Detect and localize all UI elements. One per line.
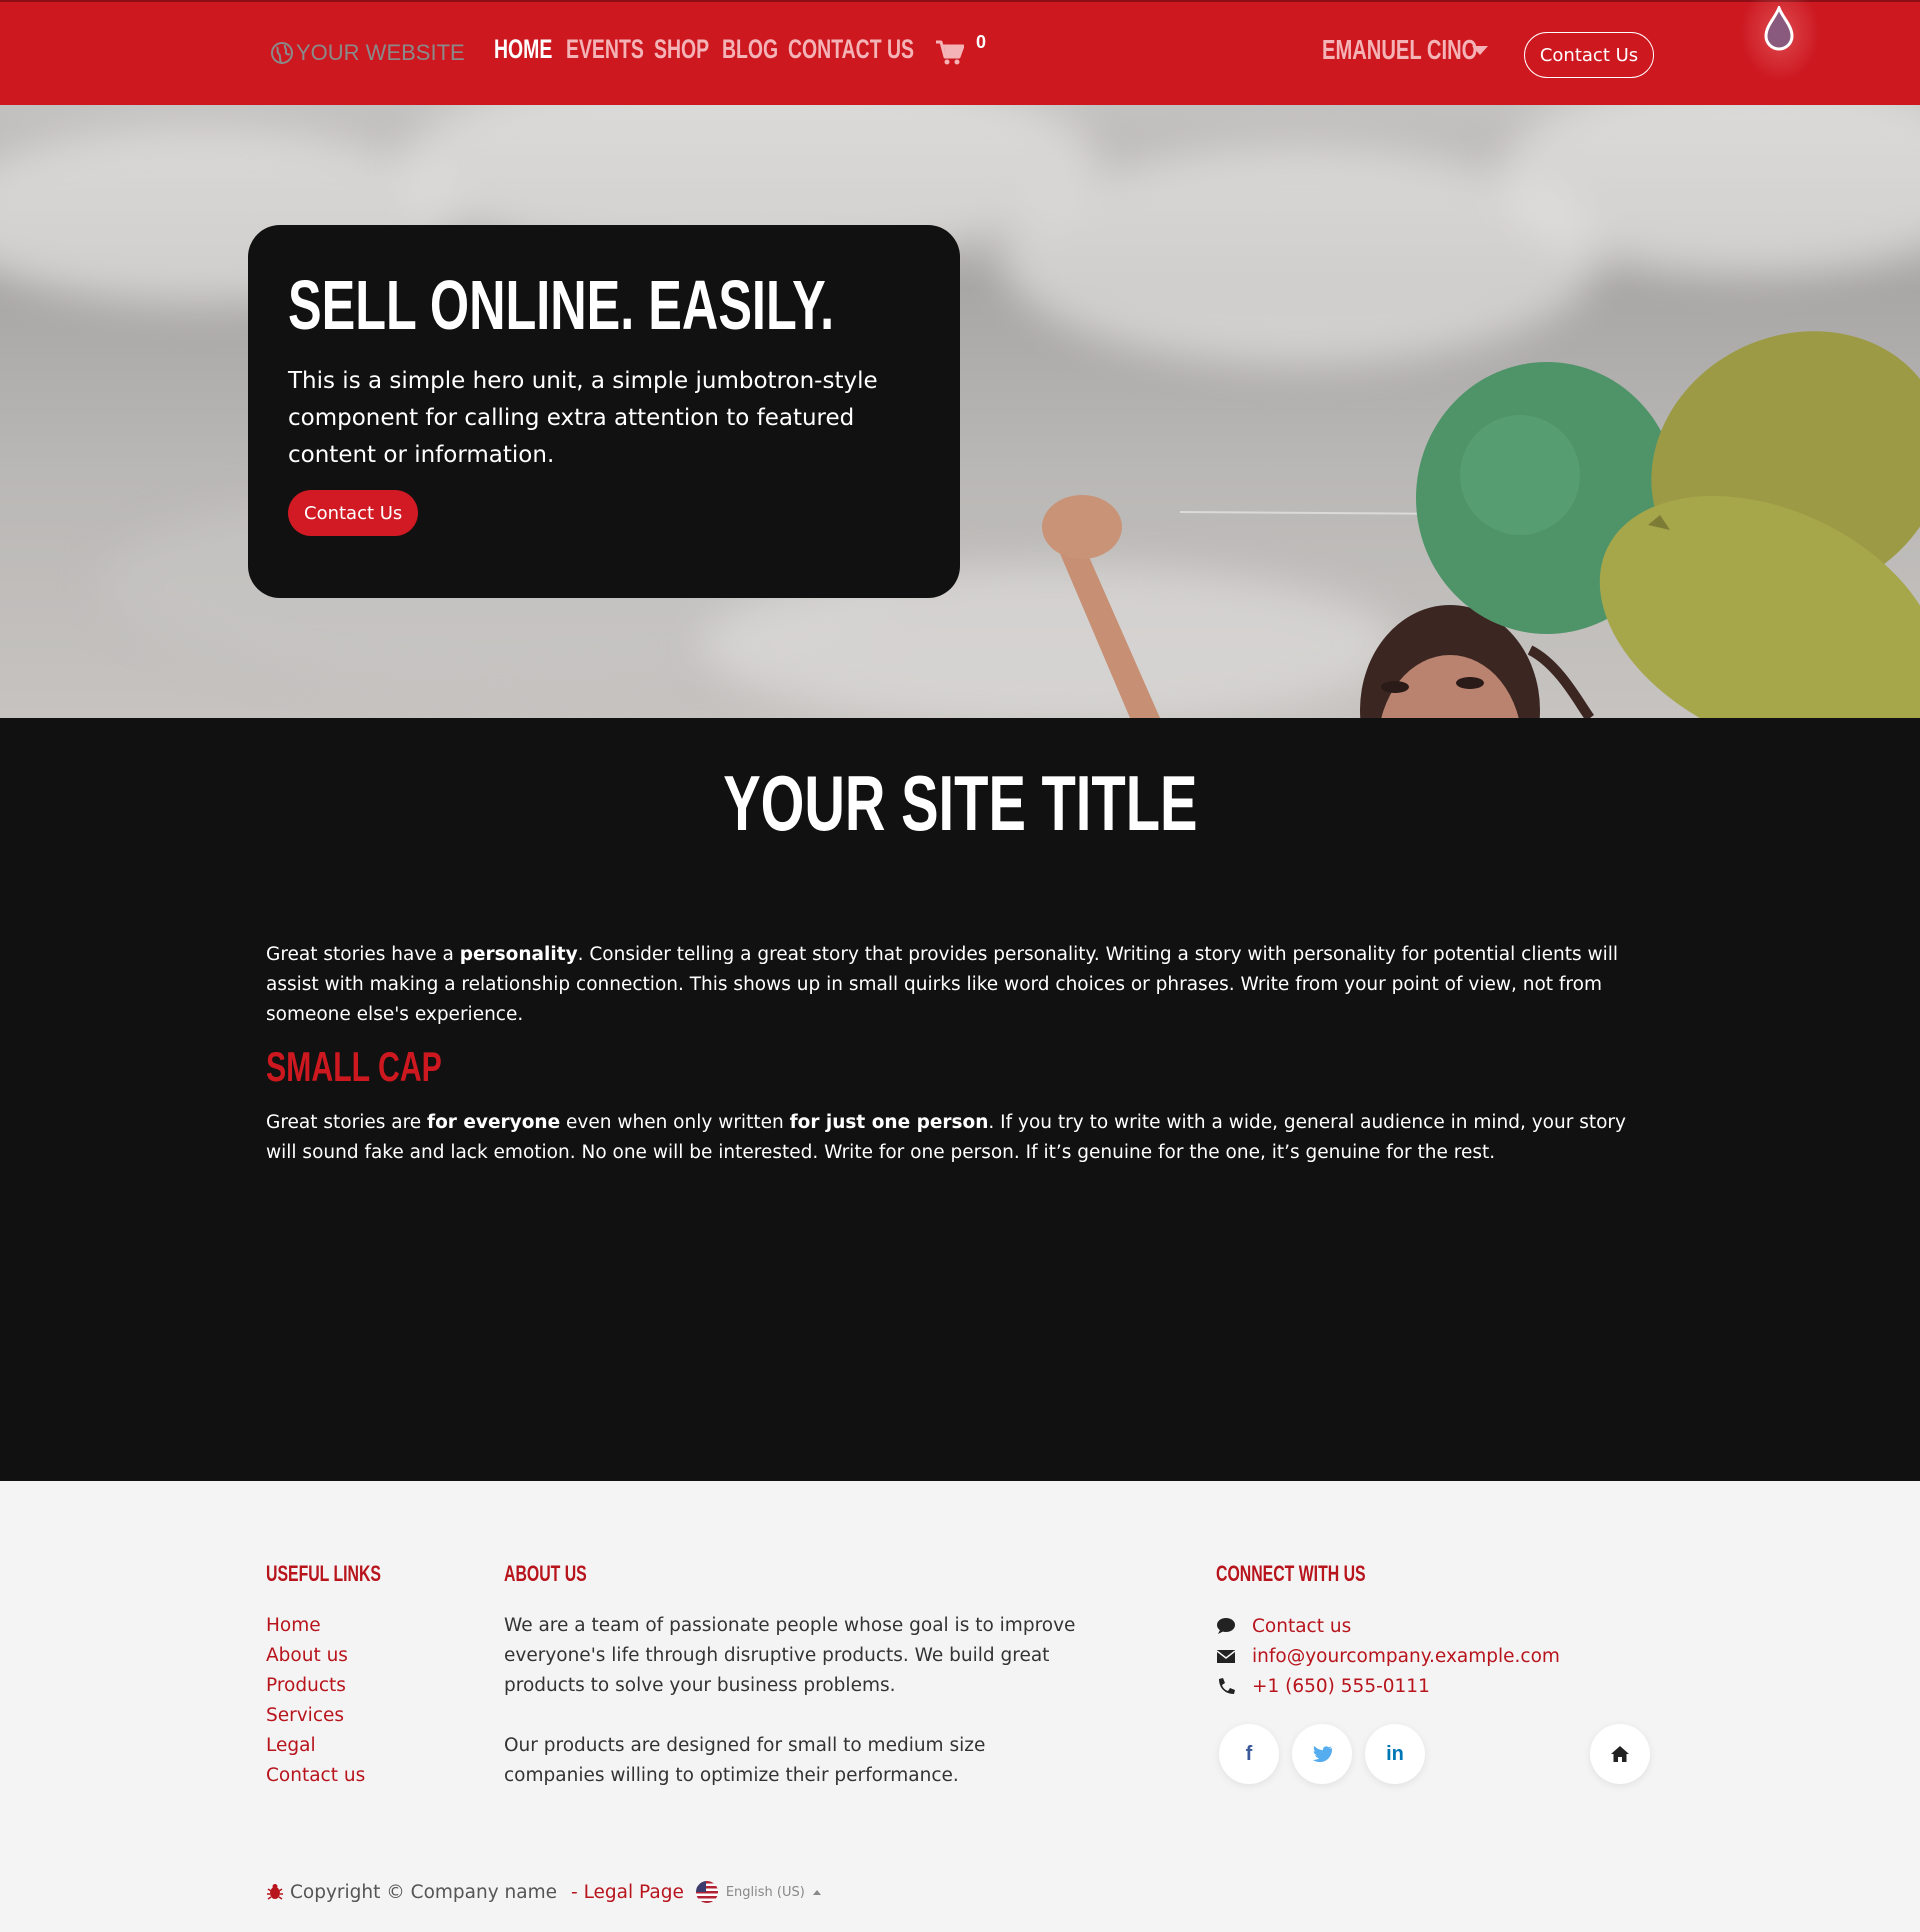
footer-link-about-us[interactable]: About us — [266, 1641, 365, 1671]
para2-bold-b: for just one person — [789, 1112, 989, 1133]
contact-us-text: Contact us — [1252, 1615, 1352, 1637]
copyright-bar: Copyright © Company name - Legal Page En… — [266, 1881, 821, 1903]
email-text: info@yourcompany.example.com — [1252, 1645, 1560, 1667]
twitter-button[interactable] — [1292, 1724, 1352, 1784]
hero-card: Sell Online. Easily. This is a simple he… — [248, 225, 960, 598]
content-section: Your Site Title Great stories have a per… — [0, 718, 1920, 1481]
user-name: Emanuel Cino — [1322, 34, 1478, 65]
contact-us-link[interactable]: Contact us — [1216, 1611, 1560, 1641]
site-logo[interactable]: YOUR WEBSITE — [270, 40, 465, 66]
user-menu[interactable]: Emanuel Cino — [1322, 34, 1488, 66]
nav-events[interactable]: Events — [566, 34, 644, 65]
envelope-icon — [1216, 1650, 1236, 1663]
email-link[interactable]: info@yourcompany.example.com — [1216, 1641, 1560, 1671]
about-paragraph-2: Our products are designed for small to m… — [504, 1735, 986, 1786]
header-contact-button[interactable]: Contact Us — [1524, 32, 1654, 78]
site-title-text: Your Site Title — [722, 759, 1198, 847]
contact-list: Contact us info@yourcompany.example.com … — [1216, 1611, 1560, 1701]
copyright-text: Copyright © Company name — [290, 1881, 558, 1903]
caret-up-icon — [812, 1889, 821, 1895]
nav-home[interactable]: Home — [494, 34, 552, 65]
bug-icon — [267, 1884, 283, 1900]
main-menu: Home Events Shop Blog Contact us — [494, 34, 914, 65]
language-selector[interactable]: English (US) — [726, 1885, 805, 1900]
water-drop-icon[interactable] — [1762, 6, 1796, 54]
footer-link-legal[interactable]: Legal — [266, 1731, 365, 1761]
nav-contact-us[interactable]: Contact us — [788, 34, 914, 65]
para2-text-a: Great stories are — [266, 1112, 428, 1133]
nav-blog[interactable]: Blog — [722, 34, 778, 65]
para1-bold: personality — [459, 944, 578, 965]
footer-link-services[interactable]: Services — [266, 1701, 365, 1731]
comment-icon — [1217, 1618, 1235, 1634]
phone-text: +1 (650) 555-0111 — [1252, 1675, 1430, 1697]
cart-link[interactable]: 0 — [936, 32, 986, 66]
globe-icon — [271, 42, 293, 64]
footer: Useful Links Home About us Products Serv… — [0, 1481, 1920, 1932]
logo-text: YOUR WEBSITE — [296, 40, 465, 65]
small-cap-heading: Small Cap — [266, 1043, 442, 1090]
footer-link-contact-us[interactable]: Contact us — [266, 1761, 365, 1791]
facebook-icon: f — [1245, 1742, 1253, 1765]
shopping-cart-icon — [936, 40, 964, 65]
linkedin-button[interactable]: in — [1365, 1724, 1425, 1784]
useful-links-heading: Useful Links — [266, 1561, 381, 1586]
site-title: Your Site Title — [0, 758, 1920, 849]
home-button[interactable] — [1590, 1724, 1650, 1784]
footer-link-home[interactable]: Home — [266, 1611, 365, 1641]
para2-text-b: even when only written — [560, 1112, 790, 1133]
hero-section: Sell Online. Easily. This is a simple he… — [0, 105, 1920, 718]
about-paragraph-1: We are a team of passionate people whose… — [504, 1615, 1076, 1696]
useful-links-list: Home About us Products Services Legal Co… — [266, 1611, 365, 1791]
home-icon — [1611, 1746, 1629, 1762]
about-us-heading: About us — [504, 1561, 587, 1586]
para1-text-a: Great stories have a — [266, 944, 460, 965]
para2-bold-a: for everyone — [427, 1112, 561, 1133]
story-paragraph-1: Great stories have a personality. Consid… — [266, 940, 1662, 1030]
hero-description: This is a simple hero unit, a simple jum… — [288, 368, 878, 468]
legal-page-link[interactable]: - Legal Page — [571, 1882, 684, 1903]
nav-shop[interactable]: Shop — [654, 34, 709, 65]
linkedin-icon: in — [1386, 1742, 1404, 1765]
about-us-text: We are a team of passionate people whose… — [504, 1611, 1084, 1791]
us-flag-icon — [695, 1881, 718, 1903]
cart-count-badge: 0 — [976, 32, 987, 52]
connect-heading: Connect with us — [1216, 1561, 1366, 1586]
story-paragraph-2: Great stories are for everyone even when… — [266, 1108, 1662, 1168]
twitter-icon — [1312, 1746, 1332, 1762]
phone-icon — [1219, 1678, 1235, 1694]
hero-title: Sell Online. Easily. — [288, 266, 835, 344]
phone-link[interactable]: +1 (650) 555-0111 — [1216, 1671, 1560, 1701]
top-navbar: YOUR WEBSITE Home Events Shop Blog Conta… — [0, 0, 1920, 105]
facebook-button[interactable]: f — [1219, 1724, 1279, 1784]
footer-link-products[interactable]: Products — [266, 1671, 365, 1701]
hero-contact-button[interactable]: Contact Us — [288, 490, 419, 536]
